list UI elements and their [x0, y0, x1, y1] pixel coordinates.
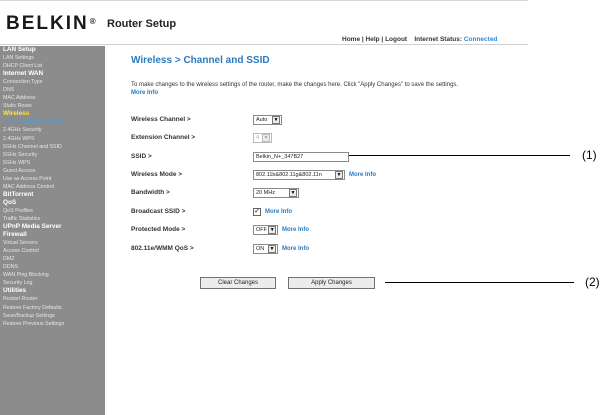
- top-nav: Home | Help | Logout Internet Status: Co…: [342, 36, 498, 43]
- sidebar-item-virtual-servers[interactable]: Virtual Servers: [0, 239, 105, 247]
- sidebar-heading-qos: QoS: [3, 198, 17, 206]
- sidebar-item-access-control[interactable]: Access Control: [0, 247, 105, 255]
- wireless-mode-label: Wireless Mode >: [131, 171, 183, 178]
- bandwidth-row: Bandwidth > 20 MHz ▼: [131, 187, 431, 199]
- sidebar-nav: LAN Setup LAN Settings DHCP Client List Int…: [0, 46, 105, 415]
- sidebar-heading-firewall: Firewall: [3, 231, 27, 239]
- sidebar-heading-lan-setup: LAN Setup: [3, 46, 36, 53]
- sidebar-item-save-backup-settings[interactable]: Save/Backup Settings: [0, 312, 105, 320]
- wireless-mode-more-info-link[interactable]: More Info: [349, 172, 376, 178]
- sidebar-item-restore-factory-defaults[interactable]: Restore Factory Defaults: [0, 304, 105, 312]
- broadcast-ssid-label: Broadcast SSID >: [131, 208, 186, 215]
- ssid-row: SSID > Belkin_N+_347B27: [131, 151, 431, 163]
- intro-text: To make changes to the wireless settings…: [131, 82, 459, 96]
- protected-mode-select[interactable]: OFF ▼: [253, 225, 278, 235]
- header: BELKIN® Router Setup Home | Help | Logou…: [0, 1, 528, 45]
- sidebar-item-mac-address-control[interactable]: MAC Address Control: [0, 183, 105, 191]
- sidebar-item-guest-access[interactable]: Guest Access: [0, 167, 105, 175]
- ssid-label: SSID >: [131, 153, 152, 160]
- sidebar-item-ddns[interactable]: DDNS: [0, 263, 105, 271]
- sidebar-item-2-4ghz-security[interactable]: 2.4GHz Security: [0, 126, 105, 134]
- chevron-down-icon: ▼: [262, 134, 270, 142]
- extension-channel-row: Extension Channel > 4 ▼: [131, 132, 431, 144]
- sidebar-item-2-4ghz-wps[interactable]: 2.4GHz WPS: [0, 135, 105, 143]
- sidebar-item-static-route[interactable]: Static Route: [0, 102, 105, 110]
- intro-more-info-link[interactable]: More Info: [131, 90, 158, 96]
- browser-frame: BELKIN® Router Setup Home | Help | Logou…: [0, 0, 528, 415]
- broadcast-ssid-checkbox[interactable]: ✓: [253, 208, 261, 216]
- sidebar-item-lan-settings[interactable]: LAN Settings: [0, 54, 105, 62]
- extension-channel-select[interactable]: 4 ▼: [253, 133, 272, 143]
- clear-changes-button[interactable]: Clear Changes: [200, 277, 276, 289]
- sidebar-heading-utilities: Utilities: [3, 287, 27, 295]
- bandwidth-select[interactable]: 20 MHz ▼: [253, 188, 299, 198]
- wmm-more-info-link[interactable]: More Info: [282, 246, 309, 252]
- sidebar-heading-upnp-media-server: UPnP Media Server: [3, 223, 62, 231]
- sidebar-item-dmz[interactable]: DMZ: [0, 255, 105, 263]
- bandwidth-label: Bandwidth >: [131, 189, 170, 196]
- wireless-mode-select[interactable]: 802.11b&802.11g&802.11n ▼: [253, 170, 345, 180]
- sidebar-item-traffic-statistics[interactable]: Traffic Statistics: [0, 215, 105, 223]
- wireless-mode-row: Wireless Mode > 802.11b&802.11g&802.11n …: [131, 169, 461, 181]
- sidebar-item-5ghz-security[interactable]: 5GHz Security: [0, 151, 105, 159]
- checkmark-icon: ✓: [254, 208, 260, 215]
- callout-line-1: [349, 155, 570, 156]
- ssid-input[interactable]: Belkin_N+_347B27: [253, 152, 349, 162]
- wmm-qos-row: 802.11e/WMM QoS > ON ▼ More Info: [131, 243, 431, 255]
- chevron-down-icon: ▼: [272, 116, 280, 124]
- wmm-qos-label: 802.11e/WMM QoS >: [131, 245, 194, 252]
- broadcast-more-info-link[interactable]: More Info: [265, 209, 292, 215]
- logout-link[interactable]: Logout: [385, 36, 407, 43]
- sidebar-item-dns[interactable]: DNS: [0, 86, 105, 94]
- main-content: Wireless > Channel and SSID To make chan…: [105, 46, 528, 415]
- protected-more-info-link[interactable]: More Info: [282, 227, 309, 233]
- sidebar-item-2-4ghz-channel-and-ssid[interactable]: 2.4GHz Channel and SSID: [0, 118, 105, 126]
- app-title: Router Setup: [107, 18, 177, 30]
- sidebar-heading-wireless: Wireless: [3, 110, 30, 118]
- callout-line-2: [385, 282, 574, 283]
- chevron-down-icon: ▼: [335, 171, 343, 179]
- sidebar-item-connection-type[interactable]: Connection Type: [0, 78, 105, 86]
- wireless-channel-select[interactable]: Auto ▼: [253, 115, 282, 125]
- sidebar-heading-internet-wan: Internet WAN: [3, 70, 44, 78]
- internet-status-label: Internet Status:: [414, 36, 462, 43]
- help-link[interactable]: Help: [366, 36, 380, 43]
- sidebar-item-security-log[interactable]: Security Log: [0, 279, 105, 287]
- sidebar-item-restore-previous-settings[interactable]: Restore Previous Settings: [0, 320, 105, 328]
- chevron-down-icon: ▼: [289, 189, 297, 197]
- protected-mode-label: Protected Mode >: [131, 226, 186, 233]
- apply-changes-button[interactable]: Apply Changes: [288, 277, 375, 289]
- chevron-down-icon: ▼: [268, 226, 276, 234]
- broadcast-ssid-row: Broadcast SSID > ✓ More Info: [131, 206, 431, 218]
- belkin-logo: BELKIN®: [6, 13, 96, 34]
- chevron-down-icon: ▼: [268, 245, 276, 253]
- wmm-qos-select[interactable]: ON ▼: [253, 244, 278, 254]
- page-title: Wireless > Channel and SSID: [131, 55, 270, 66]
- sidebar-item-restart-router[interactable]: Restart Router: [0, 295, 105, 303]
- wireless-channel-row: Wireless Channel > Auto ▼: [131, 114, 431, 126]
- sidebar-item-5ghz-wps[interactable]: 5GHz WPS: [0, 159, 105, 167]
- callout-label-1: (1): [582, 148, 597, 162]
- protected-mode-row: Protected Mode > OFF ▼ More Info: [131, 224, 431, 236]
- callout-label-2: (2): [585, 275, 600, 289]
- sidebar-item-use-as-access-point[interactable]: Use as Access Point: [0, 175, 105, 183]
- home-link[interactable]: Home: [342, 36, 360, 43]
- extension-channel-label: Extension Channel >: [131, 134, 196, 141]
- sidebar-item-qos-profiles[interactable]: QoS Profiles: [0, 207, 105, 215]
- wireless-channel-label: Wireless Channel >: [131, 116, 191, 123]
- internet-status-value: Connected: [463, 36, 498, 43]
- sidebar-item-dhcp-client-list[interactable]: DHCP Client List: [0, 62, 105, 70]
- sidebar-item-wan-ping-blocking[interactable]: WAN Ping Blocking: [0, 271, 105, 279]
- sidebar-item-mac-address[interactable]: MAC Address: [0, 94, 105, 102]
- sidebar-heading-bittorrent: BitTorrent: [3, 190, 34, 198]
- sidebar-item-5ghz-channel-and-ssid[interactable]: 5GHz Channel and SSID: [0, 143, 105, 151]
